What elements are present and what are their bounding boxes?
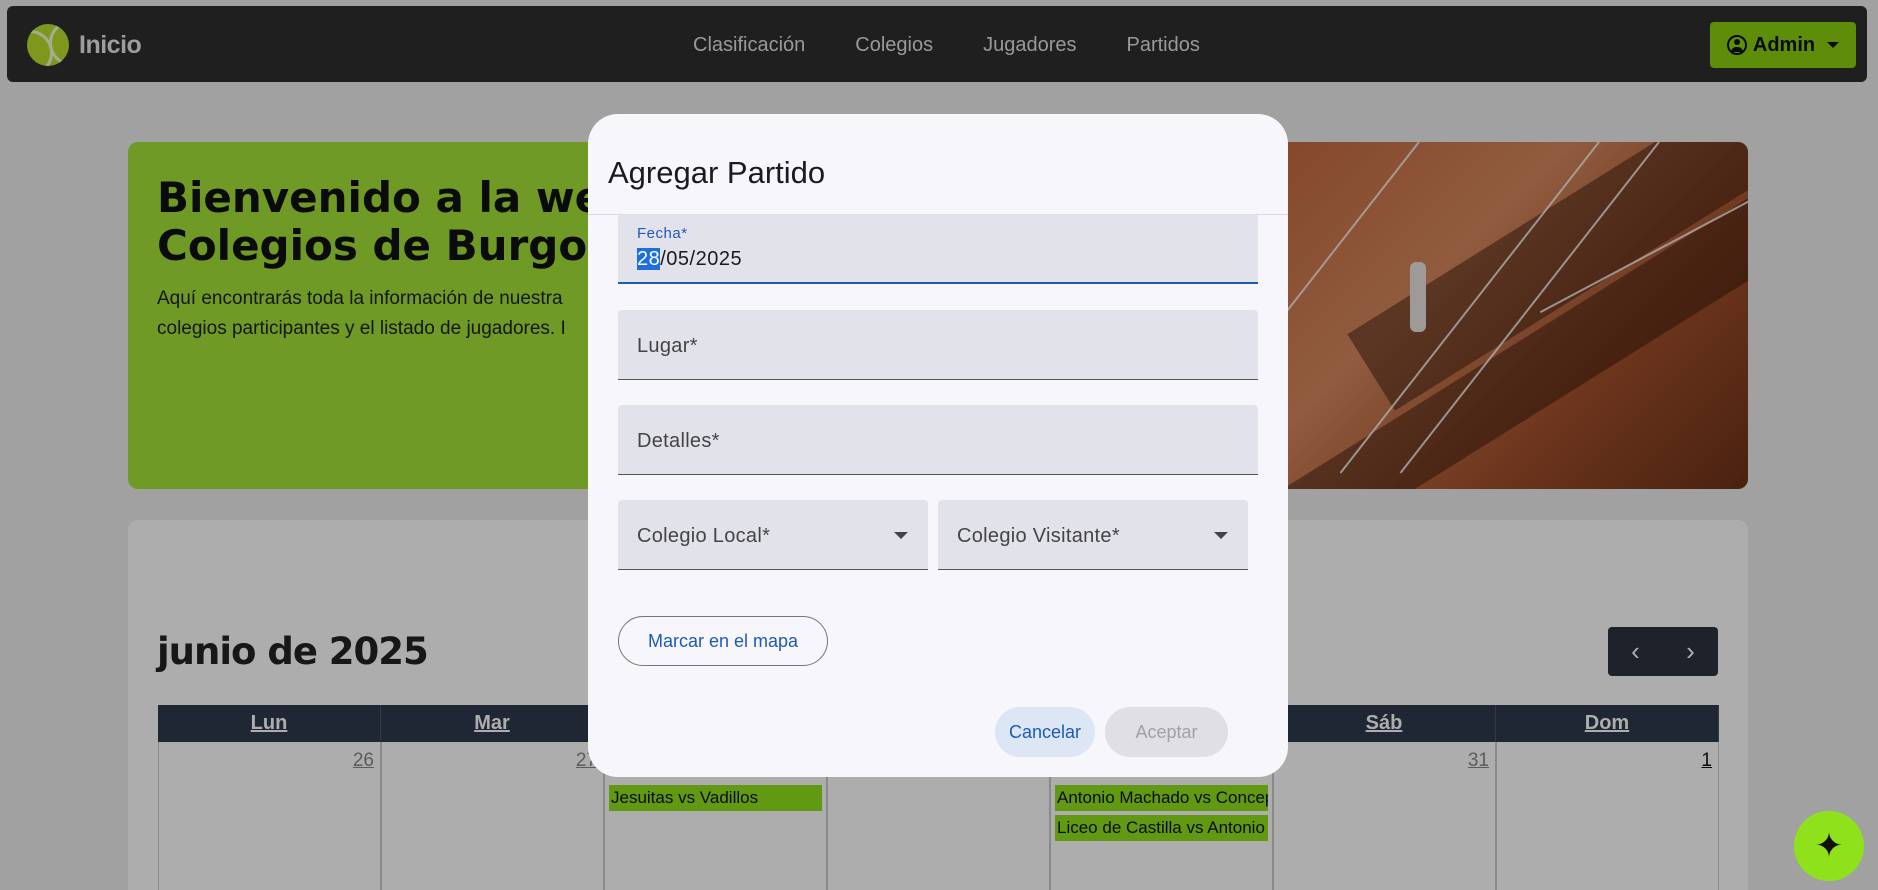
dropdown-arrow-icon [894,532,908,539]
fecha-value[interactable]: 28/05/2025 [637,248,742,271]
colegio-visitante-label: Colegio Visitante* [957,525,1120,547]
dialog-title: Agregar Partido [608,155,826,190]
fecha-day-selected: 28 [637,248,661,270]
sparkle-icon: ✦ [1814,827,1844,865]
add-match-dialog: Agregar Partido Fecha* 28/05/2025 Lugar*… [588,114,1288,777]
colegio-local-select[interactable]: Colegio Local* [618,500,928,570]
fecha-value-rest: /05/2025 [660,248,743,270]
lugar-field[interactable]: Lugar* [618,310,1258,380]
colegio-visitante-select[interactable]: Colegio Visitante* [938,500,1248,570]
fecha-field[interactable]: Fecha* 28/05/2025 [618,214,1258,284]
map-button[interactable]: Marcar en el mapa [618,616,828,666]
lugar-label: Lugar* [637,335,698,357]
detalles-label: Detalles* [637,430,720,452]
colegio-local-label: Colegio Local* [637,525,771,547]
detalles-field[interactable]: Detalles* [618,405,1258,475]
accept-button[interactable]: Aceptar [1105,707,1228,757]
cancel-button[interactable]: Cancelar [995,707,1095,757]
ai-assistant-button[interactable]: ✦ [1794,811,1864,881]
fecha-label: Fecha* [637,225,688,242]
dropdown-arrow-icon [1214,532,1228,539]
